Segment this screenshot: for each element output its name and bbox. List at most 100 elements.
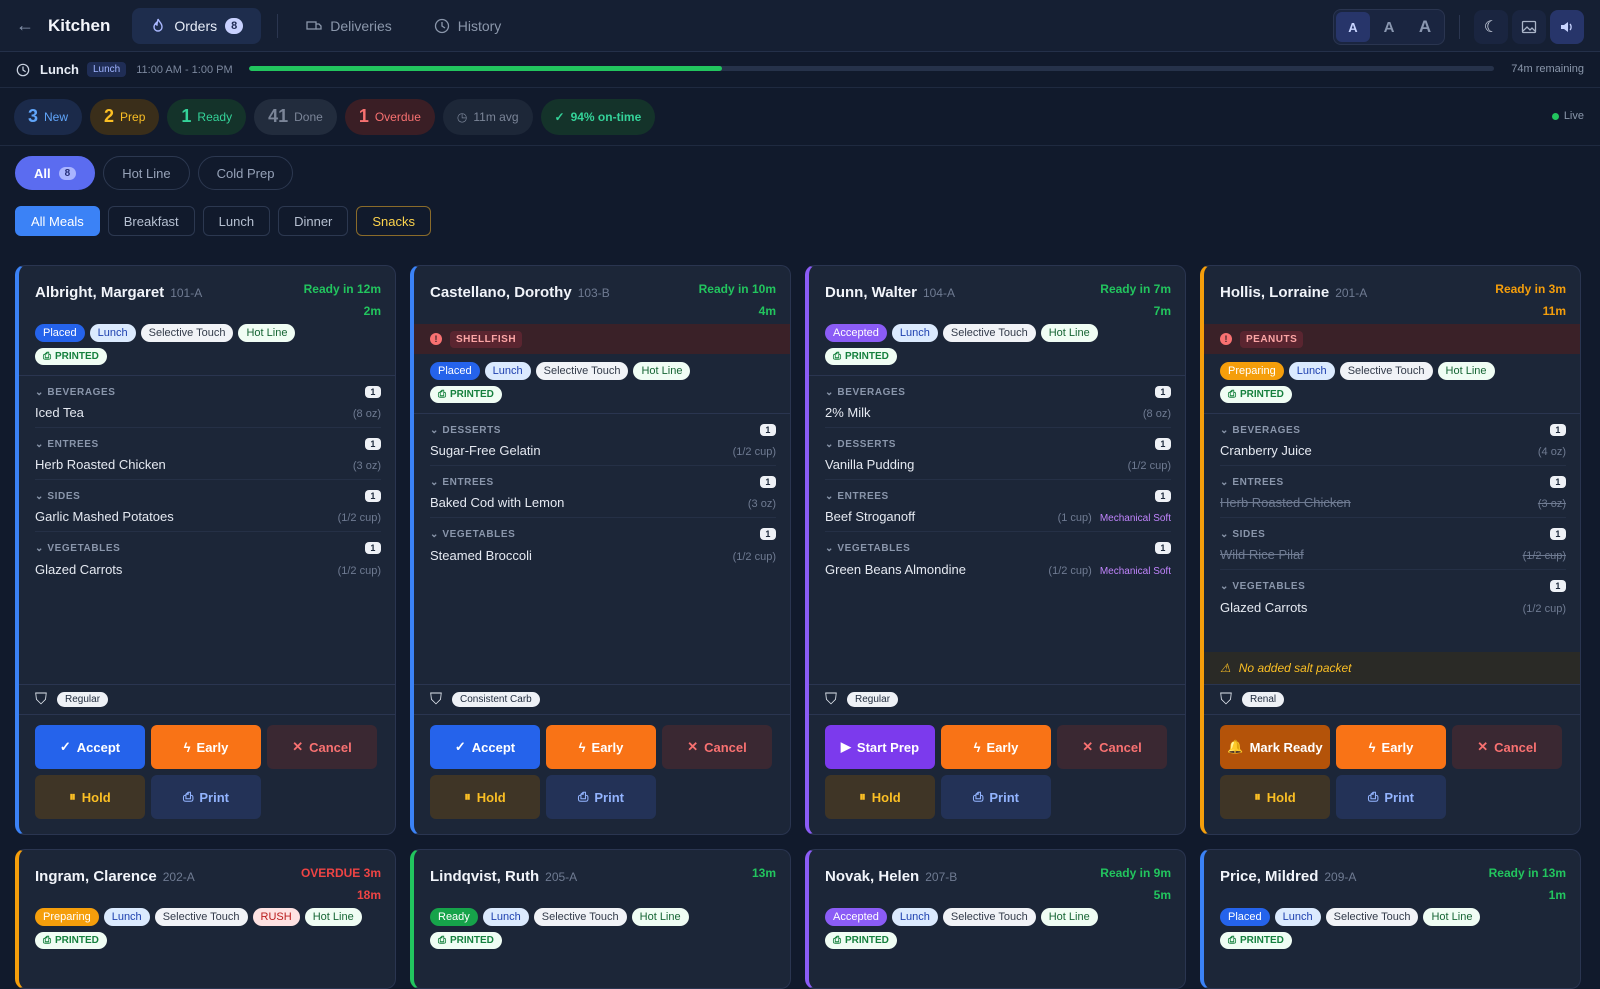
button-label: Hold (81, 789, 111, 805)
dark-mode-toggle[interactable]: ☾ (1474, 10, 1508, 44)
category-header[interactable]: ⌄ BEVERAGES 1 (825, 386, 1171, 398)
list-item[interactable]: Herb Roasted Chicken (3 oz) (35, 450, 381, 480)
hold-button[interactable]: ⏸ Hold (1220, 775, 1330, 819)
tab-deliveries[interactable]: Deliveries (288, 8, 409, 44)
tab-history[interactable]: History (416, 8, 520, 44)
hold-button[interactable]: ⏸ Hold (825, 775, 935, 819)
font-size-medium-button[interactable]: A (1372, 12, 1406, 42)
order-card[interactable]: Castellano, Dorothy 103-B Ready in 10m 4m… (410, 265, 791, 835)
close-icon: ✕ (1082, 739, 1094, 754)
start-prep-button[interactable]: ▶ Start Prep (825, 725, 935, 769)
early-button[interactable]: ϟ Early (151, 725, 261, 769)
tab-orders[interactable]: Orders 8 (132, 7, 262, 44)
patient-name: Dunn, Walter (825, 284, 917, 301)
category-header[interactable]: ⌄ ENTREES 1 (35, 438, 381, 450)
room-number: 103-B (577, 286, 610, 300)
stat-new[interactable]: 3 New (14, 98, 83, 135)
order-timing: Ready in 9m 5m (1100, 862, 1171, 906)
lightning-icon: ϟ (1368, 739, 1376, 755)
list-item[interactable]: Garlic Mashed Potatoes (1/2 cup) (35, 502, 381, 532)
list-item[interactable]: Beef Stroganoff (1 cup) Mechanical Soft (825, 502, 1171, 532)
order-card[interactable]: Price, Mildred 209-A Ready in 13m 1m Plac… (1200, 849, 1581, 989)
list-item[interactable]: Cranberry Juice (4 oz) (1220, 436, 1566, 466)
texture-tag: Selective Touch (942, 324, 1036, 342)
list-item[interactable]: Glazed Carrots (1/2 cup) (1220, 592, 1566, 622)
early-button[interactable]: ϟ Early (546, 725, 656, 769)
elapsed-time: 11m (1542, 304, 1566, 318)
print-button[interactable]: ⎙ Print (1336, 775, 1446, 819)
cancel-button[interactable]: ✕ Cancel (662, 725, 772, 769)
category-header[interactable]: ⌄ ENTREES 1 (825, 490, 1171, 502)
category-header[interactable]: ⌄ BEVERAGES 1 (1220, 424, 1566, 436)
category-header[interactable]: ⌄ SIDES 1 (35, 490, 381, 502)
list-item[interactable]: Baked Cod with Lemon (3 oz) (430, 488, 776, 518)
early-button[interactable]: ϟ Early (941, 725, 1051, 769)
category-header[interactable]: ⌄ ENTREES 1 (430, 476, 776, 488)
list-item[interactable]: Iced Tea (8 oz) (35, 398, 381, 428)
list-item[interactable]: Sugar-Free Gelatin (1/2 cup) (430, 436, 776, 466)
order-card[interactable]: Hollis, Lorraine 201-A Ready in 3m 11m ! P… (1200, 265, 1581, 835)
station-cold-prep[interactable]: Cold Prep (197, 156, 294, 190)
hold-button[interactable]: ⏸ Hold (430, 775, 540, 819)
images-toggle[interactable] (1512, 10, 1546, 44)
sound-toggle[interactable] (1550, 10, 1584, 44)
category-header[interactable]: ⌄ BEVERAGES 1 (35, 386, 381, 398)
stat-ready[interactable]: 1 Ready (167, 98, 247, 135)
chevron-down-icon: ⌄ (825, 386, 834, 398)
stat-prep[interactable]: 2 Prep (90, 98, 160, 135)
note-text: No added salt packet (1238, 661, 1352, 675)
order-card[interactable]: Lindqvist, Ruth 205-A 13m Ready Lunch Sel… (410, 849, 791, 989)
category-header[interactable]: ⌄ ENTREES 1 (1220, 476, 1566, 488)
category-header[interactable]: ⌄ VEGETABLES 1 (35, 542, 381, 554)
allergy-banner: ! PEANUTS (1204, 324, 1580, 354)
category-header[interactable]: ⌄ VEGETABLES 1 (825, 542, 1171, 554)
cancel-button[interactable]: ✕ Cancel (1452, 725, 1562, 769)
print-button[interactable]: ⎙ Print (151, 775, 261, 819)
meal-filter-breakfast[interactable]: Breakfast (107, 206, 195, 236)
meal-filter-all[interactable]: All Meals (15, 206, 100, 236)
category-header[interactable]: ⌄ VEGETABLES 1 (1220, 580, 1566, 592)
cancel-button[interactable]: ✕ Cancel (1057, 725, 1167, 769)
list-item[interactable]: 2% Milk (8 oz) (825, 398, 1171, 428)
order-header: Hollis, Lorraine 201-A Ready in 3m 11m (1204, 266, 1580, 318)
early-button[interactable]: ϟ Early (1336, 725, 1446, 769)
image-icon (1521, 20, 1537, 34)
stat-new-label: New (44, 109, 69, 124)
category-header[interactable]: ⌄ DESSERTS 1 (430, 424, 776, 436)
station-all[interactable]: All 8 (15, 156, 96, 190)
list-item[interactable]: Green Beans Almondine (1/2 cup) Mechanical… (825, 554, 1171, 584)
button-label: Early (591, 739, 624, 755)
list-item[interactable]: Glazed Carrots (1/2 cup) (35, 554, 381, 584)
lightning-icon: ϟ (973, 739, 981, 755)
print-button[interactable]: ⎙ Print (941, 775, 1051, 819)
list-item[interactable]: Steamed Broccoli (1/2 cup) (430, 540, 776, 570)
list-item[interactable]: Vanilla Pudding (1/2 cup) (825, 450, 1171, 480)
station-hot-line[interactable]: Hot Line (103, 156, 190, 190)
order-card[interactable]: Albright, Margaret 101-A Ready in 12m 2m … (15, 265, 396, 835)
order-card[interactable]: Ingram, Clarence 202-A OVERDUE 3m 18m Pre… (15, 849, 396, 989)
meal-filter-snacks[interactable]: Snacks (356, 206, 432, 236)
order-items: ⌄ BEVERAGES 1 2% Milk (8 oz) ⌄ DESSERTS 1 Vani… (809, 386, 1185, 584)
accept-button[interactable]: ✓ Accept (430, 725, 540, 769)
meal-filter-lunch[interactable]: Lunch (202, 206, 271, 236)
order-card[interactable]: Novak, Helen 207-B Ready in 9m 5m Accepte… (805, 849, 1186, 989)
item-portion: (1/2 cup) (732, 550, 776, 563)
font-size-small-button[interactable]: A (1336, 12, 1370, 42)
category-header[interactable]: ⌄ SIDES 1 (1220, 528, 1566, 540)
mark-ready-button[interactable]: 🔔 Mark Ready (1220, 725, 1330, 769)
category-header[interactable]: ⌄ DESSERTS 1 (825, 438, 1171, 450)
cancel-button[interactable]: ✕ Cancel (267, 725, 377, 769)
meal-filter-dinner[interactable]: Dinner (278, 206, 349, 236)
stat-overdue[interactable]: 1 Overdue (344, 98, 435, 135)
hold-button[interactable]: ⏸ Hold (35, 775, 145, 819)
font-size-large-button[interactable]: A (1408, 12, 1442, 42)
category-header[interactable]: ⌄ VEGETABLES 1 (430, 528, 776, 540)
back-arrow-icon[interactable]: ← (16, 15, 42, 36)
accept-button[interactable]: ✓ Accept (35, 725, 145, 769)
print-button[interactable]: ⎙ Print (546, 775, 656, 819)
order-card[interactable]: Dunn, Walter 104-A Ready in 7m 7m Accepte… (805, 265, 1186, 835)
stat-done[interactable]: 41 Done (254, 98, 337, 135)
list-item[interactable]: Wild Rice Pilaf (1/2 cup) (1220, 540, 1566, 570)
allergy-banner: ! SHELLFISH (414, 324, 790, 354)
list-item[interactable]: Herb Roasted Chicken (3 oz) (1220, 488, 1566, 518)
